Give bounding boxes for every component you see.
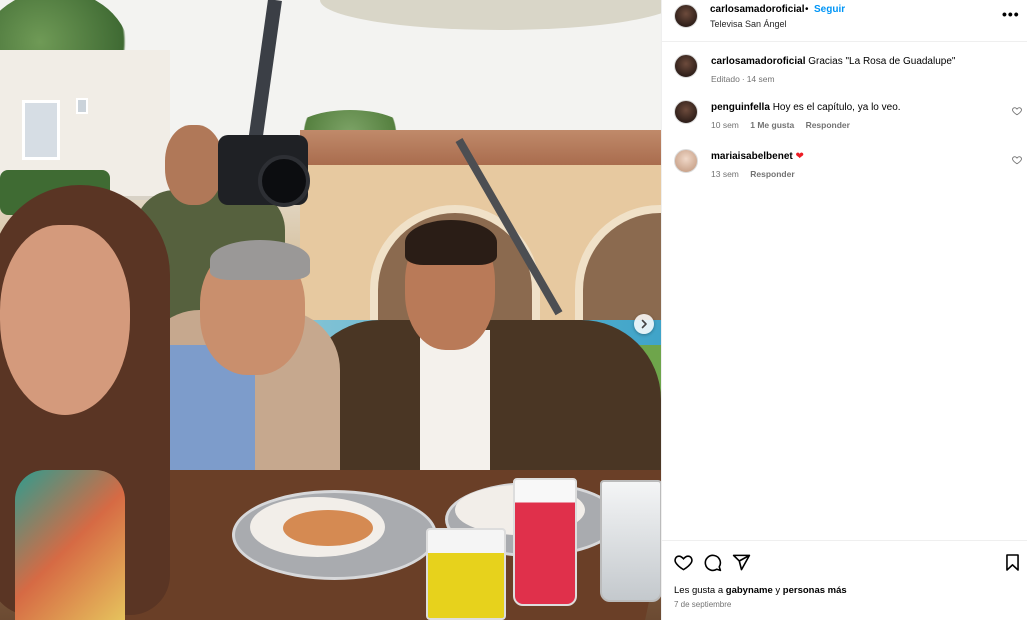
likes-summary[interactable]: Les gusta a gabyname y personas más	[674, 585, 847, 596]
comment-likes[interactable]: 1 Me gusta	[750, 120, 794, 130]
heart-emoji: ❤	[795, 151, 804, 162]
bookmark-icon[interactable]	[1003, 553, 1022, 572]
post-date[interactable]: 7 de septiembre	[674, 600, 731, 609]
avatar[interactable]	[674, 4, 698, 28]
chevron-right-icon	[641, 319, 647, 329]
comment-time[interactable]: 10 sem	[711, 120, 739, 130]
avatar[interactable]	[674, 149, 698, 173]
likes-connector: y	[775, 585, 781, 596]
next-image-button[interactable]	[634, 314, 654, 334]
post-actions: Les gusta a gabyname y personas más 7 de…	[662, 540, 1027, 620]
reply-button[interactable]: Responder	[750, 169, 794, 179]
meta-dot: ·	[741, 74, 745, 84]
post-side-panel: carlosamadoroficial • Seguir Televisa Sa…	[661, 0, 1027, 620]
comment-meta: 13 sem Responder	[711, 169, 804, 179]
comment-line: mariaisabelbenet ❤	[711, 151, 991, 162]
likes-user[interactable]: gabyname	[726, 585, 773, 596]
comment-username[interactable]: mariaisabelbenet	[711, 151, 793, 162]
caption-text: Gracias "La Rosa de Guadalupe"	[808, 56, 956, 67]
edited-label: Editado	[711, 74, 740, 84]
post-location[interactable]: Televisa San Ángel	[710, 19, 787, 29]
comment-text: Hoy es el capítulo, ya lo veo.	[772, 102, 901, 113]
follow-button[interactable]: Seguir	[814, 4, 845, 15]
caption-line: carlosamadoroficial Gracias "La Rosa de …	[711, 56, 991, 67]
more-options-button[interactable]: •••	[1002, 6, 1020, 22]
comment-icon[interactable]	[703, 553, 722, 572]
separator-dot: •	[805, 4, 809, 15]
comment-meta: 10 sem 1 Me gusta Responder	[711, 120, 859, 130]
caption-meta: Editado · 14 sem	[711, 74, 784, 84]
avatar[interactable]	[674, 54, 698, 78]
avatar[interactable]	[674, 100, 698, 124]
post-header: carlosamadoroficial • Seguir Televisa Sa…	[662, 0, 1027, 42]
comment-line: penguinfella Hoy es el capítulo, ya lo v…	[711, 102, 991, 113]
caption-time[interactable]: 14 sem	[747, 74, 775, 84]
comment-time[interactable]: 13 sem	[711, 169, 739, 179]
comment-username[interactable]: penguinfella	[711, 102, 770, 113]
like-comment-heart-icon[interactable]	[1012, 106, 1022, 116]
heart-icon[interactable]	[674, 553, 693, 572]
like-comment-heart-icon[interactable]	[1012, 155, 1022, 165]
caption-username[interactable]: carlosamadoroficial	[711, 56, 805, 67]
likes-suffix[interactable]: personas más	[783, 585, 847, 596]
reply-button[interactable]: Responder	[806, 120, 850, 130]
post-photo	[0, 0, 661, 620]
likes-prefix: Les gusta a	[674, 585, 724, 596]
share-icon[interactable]	[732, 553, 751, 572]
post-username[interactable]: carlosamadoroficial	[710, 4, 804, 15]
